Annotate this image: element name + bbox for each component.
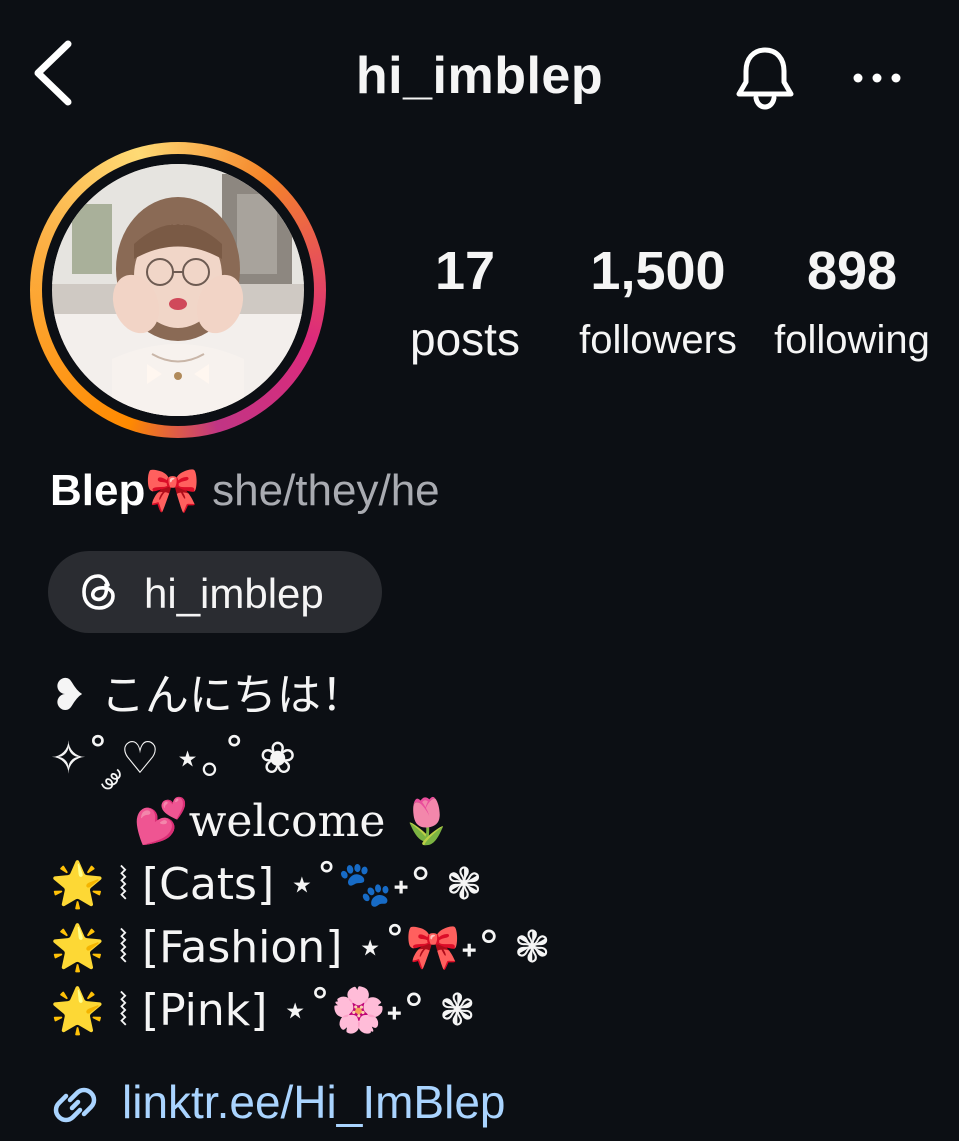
- bio-line: 🌟 ⦚ [Fashion] ⋆˚🎀˖° ❃: [50, 922, 551, 973]
- stat-posts[interactable]: 17 posts: [395, 244, 535, 362]
- followers-count: 1,500: [590, 241, 726, 301]
- threads-badge-button[interactable]: hi_imblep: [48, 551, 382, 633]
- profile-screen: hi_imblep 17 posts 1,500 followers 898 f…: [0, 0, 959, 1141]
- avatar-story-ring[interactable]: [30, 142, 326, 438]
- following-label: following: [774, 318, 930, 362]
- avatar-photo: [52, 164, 304, 416]
- bell-icon[interactable]: [734, 44, 796, 110]
- link-text: linktr.ee/Hi_ImBlep: [122, 1076, 506, 1128]
- bio-line: 🌟 ⦚ [Cats] ⋆˚🐾˖° ❃: [50, 859, 483, 910]
- name-row: Blep🎀 she/they/he: [50, 466, 440, 516]
- threads-username: hi_imblep: [144, 570, 324, 617]
- avatar[interactable]: [52, 164, 304, 416]
- pronouns: she/they/he: [212, 466, 440, 515]
- bio-line: ❥ こんにちは！: [50, 670, 365, 721]
- display-name: Blep🎀: [50, 466, 201, 515]
- followers-label: followers: [579, 318, 737, 362]
- threads-icon: [82, 574, 115, 610]
- more-horizontal-icon[interactable]: [852, 68, 902, 88]
- stat-following[interactable]: 898 following: [762, 244, 942, 360]
- link-icon: [53, 1087, 97, 1123]
- bio-line: 🌟 ⦚ [Pink] ⋆˚🌸˖° ❃: [50, 985, 476, 1036]
- bio-line: ✧˚ ༘♡ ⋆｡˚ ❀: [50, 733, 297, 784]
- bio-line: 💕welcome 🌷: [50, 796, 455, 847]
- page-title: hi_imblep: [355, 47, 604, 105]
- following-count: 898: [806, 241, 898, 301]
- stat-followers[interactable]: 1,500 followers: [570, 244, 746, 360]
- bio: ❥ こんにちは！ ✧˚ ༘♡ ⋆｡˚ ❀ 💕welcome 🌷 🌟 ⦚ [Cat…: [50, 664, 930, 1042]
- posts-label: posts: [410, 313, 520, 365]
- posts-count: 17: [434, 241, 496, 301]
